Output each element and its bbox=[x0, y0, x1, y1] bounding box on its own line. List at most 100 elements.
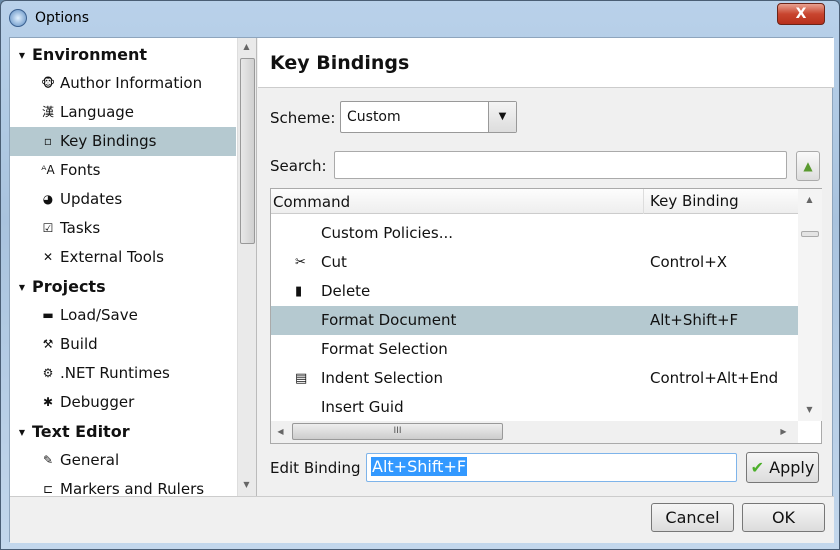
tree-item-label: Author Information bbox=[60, 74, 203, 92]
checklist-icon: ☑ bbox=[42, 221, 54, 235]
monkey-icon: 🐵 bbox=[41, 76, 55, 90]
markers-icon: ⊏ bbox=[42, 482, 54, 496]
tree-item[interactable]: ▬ Load/Save bbox=[40, 301, 138, 330]
page-title: Key Bindings bbox=[270, 52, 410, 74]
table-row[interactable]: ✂ Cut Control+X bbox=[271, 248, 798, 277]
tree-item-label: Updates bbox=[60, 190, 123, 208]
dialog-client: ⊏ Markers and Rulers ✎ General ▼ Text Editor ✱… bbox=[9, 37, 834, 543]
button-bar: Cancel OK bbox=[10, 496, 834, 543]
tree-item[interactable]: ◕ Updates bbox=[40, 185, 122, 214]
scroll-left-icon[interactable]: ◀ bbox=[273, 427, 288, 436]
tree-item-label: Markers and Rulers bbox=[60, 480, 205, 496]
apply-button[interactable]: ✔ Apply bbox=[746, 452, 819, 483]
scissors-icon: ✂ bbox=[295, 255, 306, 270]
fonts-icon: ᴬA bbox=[41, 163, 55, 177]
scroll-up-icon[interactable]: ▲ bbox=[802, 195, 817, 204]
scroll-thumb[interactable] bbox=[240, 58, 255, 244]
notepad-icon: ✎ bbox=[42, 453, 54, 467]
command-cell: Delete bbox=[321, 282, 371, 300]
tree-item[interactable]: ✕ External Tools bbox=[40, 243, 164, 272]
binding-cell: Control+X bbox=[650, 253, 728, 271]
tree-item[interactable]: 🐵 Author Information bbox=[40, 69, 202, 98]
tree-item[interactable]: ⚒ Build bbox=[40, 330, 98, 359]
triangle-down-icon[interactable]: ▼ bbox=[16, 418, 28, 447]
keyboard-key-icon: ▫ bbox=[43, 134, 53, 148]
bug-icon: ✱ bbox=[42, 395, 54, 409]
table-row[interactable]: ▮ Delete bbox=[271, 277, 798, 306]
table-row[interactable]: ▤ Indent Selection Control+Alt+End bbox=[271, 364, 798, 393]
tree-item-label: Debugger bbox=[60, 393, 135, 411]
tree-item-label: Language bbox=[60, 103, 135, 121]
tree-scrollbar[interactable]: ▲ ▼ bbox=[237, 38, 256, 496]
table-row[interactable]: Format Selection bbox=[271, 335, 798, 364]
key-bindings-panel: Key Bindings Scheme: Custom ▼ Search: ▲ … bbox=[258, 38, 834, 496]
panel-header: Key Bindings bbox=[258, 38, 834, 88]
search-input[interactable] bbox=[334, 151, 787, 179]
scroll-up-icon[interactable]: ▲ bbox=[239, 42, 254, 51]
triangle-down-icon[interactable]: ▼ bbox=[16, 41, 28, 70]
tools-icon: ✕ bbox=[42, 250, 54, 264]
command-cell: Indent Selection bbox=[321, 369, 443, 387]
scheme-value: Custom bbox=[347, 109, 401, 125]
cancel-button[interactable]: Cancel bbox=[651, 503, 734, 532]
tree-item[interactable]: ⊏ Markers and Rulers bbox=[40, 475, 204, 496]
tree-item[interactable]: ⚙ .NET Runtimes bbox=[40, 359, 170, 388]
binding-cell: Control+Alt+End bbox=[650, 369, 779, 387]
indent-icon: ▤ bbox=[295, 371, 308, 386]
tree-item-label: External Tools bbox=[60, 248, 164, 266]
tree-category[interactable]: ▼ Projects bbox=[16, 272, 106, 301]
checkmark-icon: ✔ bbox=[750, 458, 765, 477]
apply-label: Apply bbox=[769, 458, 815, 477]
clear-search-icon[interactable]: ▲ bbox=[796, 151, 820, 181]
tree-item[interactable]: ▫ Key Bindings bbox=[10, 127, 236, 156]
close-button[interactable]: X bbox=[777, 3, 825, 25]
chevron-down-icon[interactable]: ▼ bbox=[488, 102, 516, 132]
table-row[interactable]: Format Document Alt+Shift+F bbox=[271, 306, 798, 335]
tree-item[interactable]: ✱ Debugger bbox=[40, 388, 134, 417]
scroll-down-icon[interactable]: ▼ bbox=[239, 480, 254, 489]
tree-item[interactable]: 漢 Language bbox=[40, 98, 134, 127]
scheme-select[interactable]: Custom ▼ bbox=[340, 101, 517, 133]
window-title: Options bbox=[35, 10, 90, 26]
scroll-down-icon[interactable]: ▼ bbox=[802, 405, 817, 414]
table-hscrollbar[interactable]: ◀ III ▶ bbox=[271, 421, 798, 443]
gear-icon: ⚙ bbox=[42, 366, 54, 380]
drive-icon: ▬ bbox=[42, 308, 54, 322]
tree-item-label: Text Editor bbox=[32, 422, 130, 441]
tree-item[interactable]: ✎ General bbox=[40, 446, 119, 475]
table-vscrollbar[interactable]: ▲ ▼ bbox=[798, 189, 822, 421]
globe-icon: ◕ bbox=[42, 192, 54, 206]
tree-item-label: Projects bbox=[32, 277, 106, 296]
scroll-right-icon[interactable]: ▶ bbox=[776, 427, 791, 436]
edit-binding-value: Alt+Shift+F bbox=[371, 457, 468, 476]
edit-binding-input[interactable]: Alt+Shift+F bbox=[366, 453, 737, 482]
command-cell: Insert Guid bbox=[321, 398, 404, 416]
app-icon bbox=[9, 9, 27, 27]
kanji-icon: 漢 bbox=[41, 105, 54, 119]
scheme-label: Scheme: bbox=[270, 109, 336, 127]
tree-item-label: Environment bbox=[32, 45, 148, 64]
hammer-icon: ⚒ bbox=[42, 337, 54, 351]
bindings-table: Command Key Binding ▲ ▼ ◀ III ▶ Custom P… bbox=[270, 188, 822, 444]
table-row[interactable]: Insert Guid bbox=[271, 393, 798, 422]
column-command[interactable]: Command bbox=[273, 193, 350, 211]
command-cell: Cut bbox=[321, 253, 347, 271]
scroll-thumb[interactable] bbox=[801, 231, 819, 237]
ok-button[interactable]: OK bbox=[742, 503, 825, 532]
tree-item-label: Load/Save bbox=[60, 306, 138, 324]
column-key-binding[interactable]: Key Binding bbox=[643, 189, 739, 214]
tree-item-label: .NET Runtimes bbox=[60, 364, 170, 382]
tree-item[interactable]: ᴬA Fonts bbox=[40, 156, 100, 185]
tree-category[interactable]: ▼ Environment bbox=[16, 40, 147, 69]
table-header: Command Key Binding bbox=[271, 189, 798, 214]
scroll-thumb[interactable]: III bbox=[292, 423, 503, 440]
tree-item-label: Tasks bbox=[60, 219, 101, 237]
tree-category[interactable]: ▼ Text Editor bbox=[16, 417, 130, 446]
command-cell: Custom Policies... bbox=[321, 224, 454, 242]
table-row[interactable]: Custom Policies... bbox=[271, 219, 798, 248]
tree-item[interactable]: ☑ Tasks bbox=[40, 214, 101, 243]
triangle-down-icon[interactable]: ▼ bbox=[16, 273, 28, 302]
tree-item-label: Build bbox=[60, 335, 98, 353]
tree-item-label: Fonts bbox=[60, 161, 101, 179]
edit-binding-label: Edit Binding bbox=[270, 459, 361, 477]
